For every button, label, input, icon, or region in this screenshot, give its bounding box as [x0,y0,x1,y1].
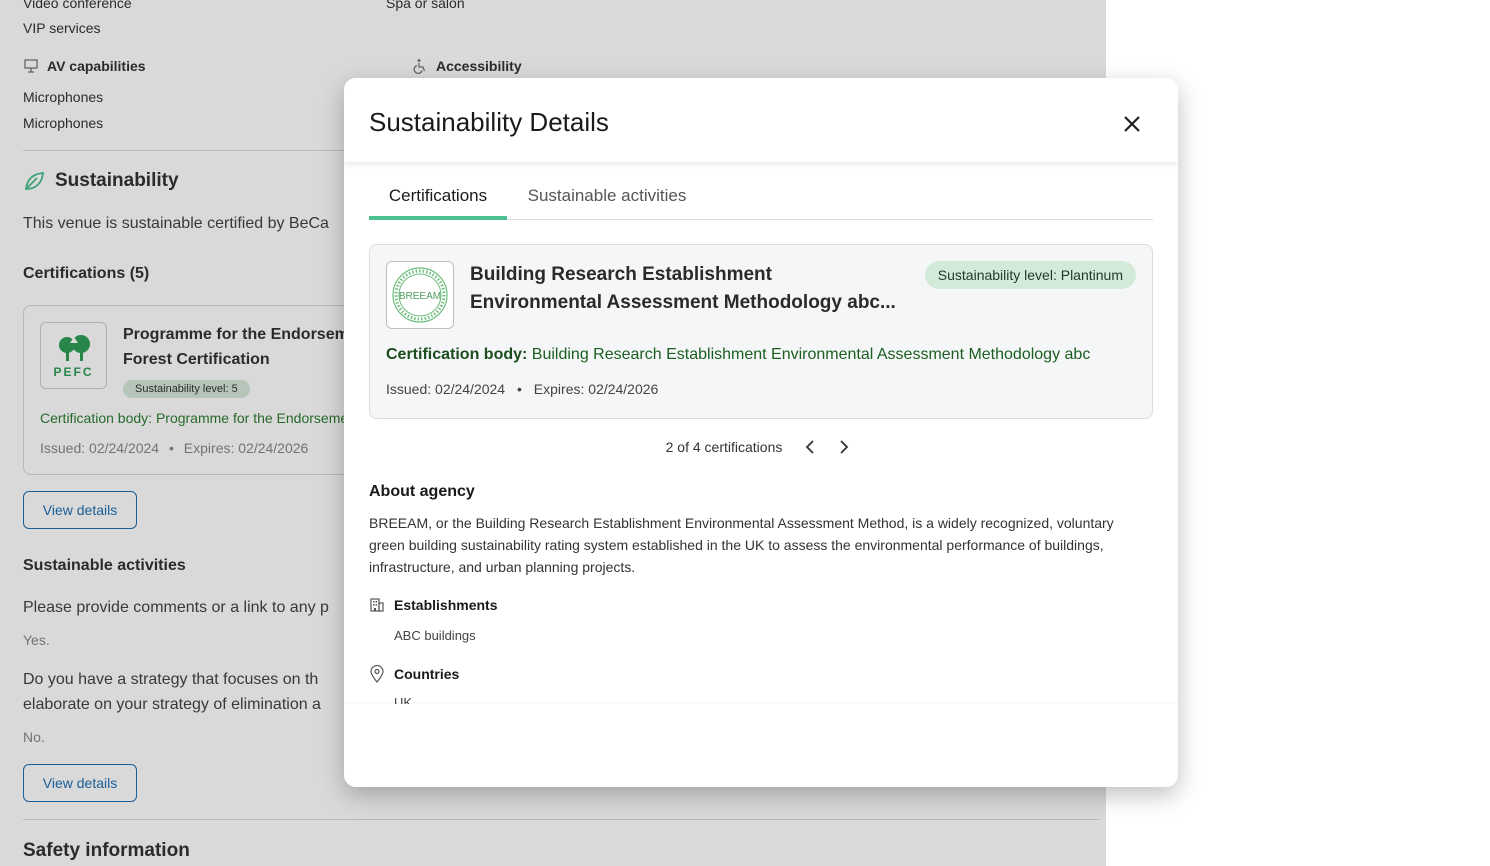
tab-sustainable-activities[interactable]: Sustainable activities [524,182,690,220]
breeam-logo: BREEAM [386,261,454,329]
location-pin-icon [370,665,384,683]
tab-certifications[interactable]: Certifications [369,182,507,220]
modal-footer [344,704,1178,787]
countries-heading: Countries [369,665,459,683]
chevron-left-icon [806,440,814,454]
modal-header: Sustainability Details [344,78,1178,162]
sustainability-details-modal: Sustainability Details Certifications Su… [344,78,1178,787]
building-icon [370,598,384,612]
establishments-heading-label: Establishments [394,597,498,613]
certification-card: BREEAM Building Research Establishment E… [369,244,1153,419]
next-certification-button[interactable] [832,435,856,459]
about-agency-text: BREEAM, or the Building Research Establi… [369,515,1114,575]
certification-title-line: Environmental Assessment Methodology abc… [470,292,896,313]
breeam-logo-text: BREEAM [399,291,441,302]
pager-count: 2 of 4 certifications [665,439,783,455]
sustainability-level-badge: Sustainability level: Plantinum [924,261,1136,289]
certification-body-value: Building Research Establishment Environm… [531,346,1091,363]
chevron-right-icon [840,440,849,454]
date-separator: • [517,381,522,397]
modal-title: Sustainability Details [369,107,609,137]
modal-tabs: Certifications Sustainable activities [369,182,1153,220]
establishments-value: ABC buildings [394,628,476,643]
countries-heading-label: Countries [394,666,460,682]
previous-certification-button[interactable] [798,435,822,459]
close-button[interactable] [1116,108,1148,140]
certification-title: Building Research Establishment Environm… [470,261,900,317]
certification-dates: Issued: 02/24/2024 • Expires: 02/24/2026 [386,381,658,397]
establishments-heading: Establishments [369,597,497,613]
certification-pager: 2 of 4 certifications [344,435,1178,459]
certification-body-label: Certification body: [386,346,528,363]
certification-body: Certification body: Building Research Es… [386,346,1138,364]
certification-title-line: Building Research Establishment [470,264,772,285]
about-agency-heading: About agency [369,483,475,500]
issued-date: Issued: 02/24/2024 [386,381,506,397]
close-icon [1124,116,1140,132]
expires-date: Expires: 02/24/2026 [533,381,659,397]
breeam-seal-icon: BREEAM [392,267,448,323]
